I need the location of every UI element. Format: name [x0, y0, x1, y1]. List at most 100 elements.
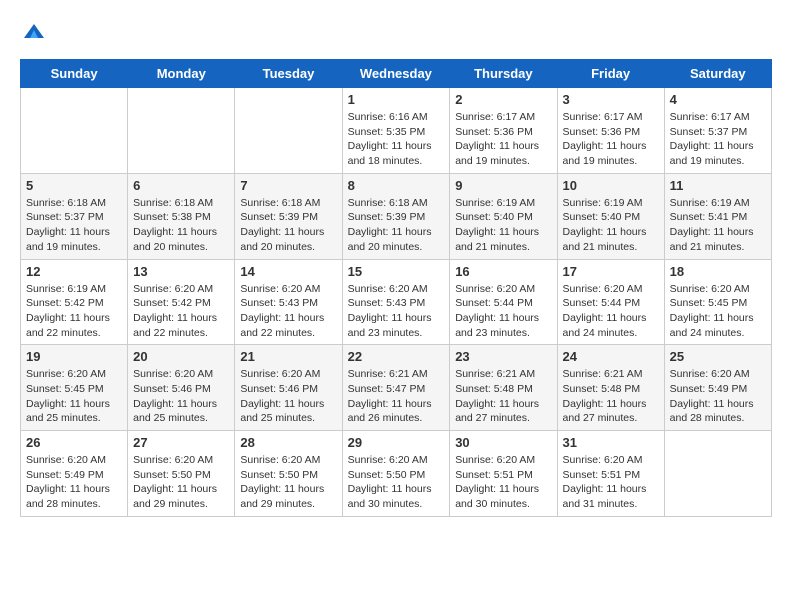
- calendar-cell: 26Sunrise: 6:20 AMSunset: 5:49 PMDayligh…: [21, 431, 128, 517]
- day-number: 6: [133, 178, 229, 193]
- day-number: 11: [670, 178, 766, 193]
- weekday-header-thursday: Thursday: [450, 60, 557, 88]
- day-info: Sunrise: 6:21 AMSunset: 5:48 PMDaylight:…: [455, 367, 551, 426]
- day-number: 16: [455, 264, 551, 279]
- calendar-cell: 3 Sunrise: 6:17 AMSunset: 5:36 PMDaylight…: [557, 88, 664, 174]
- header: [20, 20, 772, 49]
- day-number: 23: [455, 349, 551, 364]
- logo-icon: [22, 20, 46, 44]
- calendar-cell: 9Sunrise: 6:19 AMSunset: 5:40 PMDaylight…: [450, 173, 557, 259]
- day-info: Sunrise: 6:17 AMSunset: 5:36 PMDaylight:…: [455, 110, 551, 169]
- day-number: 14: [240, 264, 336, 279]
- day-number: 28: [240, 435, 336, 450]
- week-row-2: 5Sunrise: 6:18 AMSunset: 5:37 PMDaylight…: [21, 173, 772, 259]
- day-info: Sunrise: 6:17 AMSunset: 5:37 PMDaylight:…: [670, 110, 766, 169]
- day-info: Sunrise: 6:20 AMSunset: 5:50 PMDaylight:…: [348, 453, 445, 512]
- day-info: Sunrise: 6:20 AMSunset: 5:44 PMDaylight:…: [563, 282, 659, 341]
- calendar-cell: 4 Sunrise: 6:17 AMSunset: 5:37 PMDaylight…: [664, 88, 771, 174]
- week-row-1: 1Sunrise: 6:16 AMSunset: 5:35 PMDaylight…: [21, 88, 772, 174]
- day-info: Sunrise: 6:19 AMSunset: 5:40 PMDaylight:…: [563, 196, 659, 255]
- day-info: Sunrise: 6:19 AMSunset: 5:42 PMDaylight:…: [26, 282, 122, 341]
- calendar-cell: [664, 431, 771, 517]
- calendar-cell: 23 Sunrise: 6:21 AMSunset: 5:48 PMDayligh…: [450, 345, 557, 431]
- calendar-cell: 14Sunrise: 6:20 AMSunset: 5:43 PMDayligh…: [235, 259, 342, 345]
- day-number: 7: [240, 178, 336, 193]
- calendar-cell: 1Sunrise: 6:16 AMSunset: 5:35 PMDaylight…: [342, 88, 450, 174]
- week-row-5: 26Sunrise: 6:20 AMSunset: 5:49 PMDayligh…: [21, 431, 772, 517]
- day-info: Sunrise: 6:20 AMSunset: 5:42 PMDaylight:…: [133, 282, 229, 341]
- day-info: Sunrise: 6:20 AMSunset: 5:49 PMDaylight:…: [670, 367, 766, 426]
- week-row-4: 19 Sunrise: 6:20 AMSunset: 5:45 PMDayligh…: [21, 345, 772, 431]
- day-number: 17: [563, 264, 659, 279]
- weekday-header-sunday: Sunday: [21, 60, 128, 88]
- day-number: 9: [455, 178, 551, 193]
- day-number: 27: [133, 435, 229, 450]
- day-number: 24: [563, 349, 659, 364]
- day-info: Sunrise: 6:20 AMSunset: 5:46 PMDaylight:…: [240, 367, 336, 426]
- day-number: 21: [240, 349, 336, 364]
- calendar-cell: 11Sunrise: 6:19 AMSunset: 5:41 PMDayligh…: [664, 173, 771, 259]
- calendar-cell: 30 Sunrise: 6:20 AMSunset: 5:51 PMDayligh…: [450, 431, 557, 517]
- calendar-cell: 18Sunrise: 6:20 AMSunset: 5:45 PMDayligh…: [664, 259, 771, 345]
- day-number: 4: [670, 92, 766, 107]
- weekday-header-tuesday: Tuesday: [235, 60, 342, 88]
- calendar-cell: 17 Sunrise: 6:20 AMSunset: 5:44 PMDayligh…: [557, 259, 664, 345]
- day-number: 13: [133, 264, 229, 279]
- day-info: Sunrise: 6:21 AMSunset: 5:47 PMDaylight:…: [348, 367, 445, 426]
- day-info: Sunrise: 6:17 AMSunset: 5:36 PMDaylight:…: [563, 110, 659, 169]
- day-info: Sunrise: 6:20 AMSunset: 5:49 PMDaylight:…: [26, 453, 122, 512]
- weekday-header-row: SundayMondayTuesdayWednesdayThursdayFrid…: [21, 60, 772, 88]
- day-number: 8: [348, 178, 445, 193]
- day-info: Sunrise: 6:16 AMSunset: 5:35 PMDaylight:…: [348, 110, 445, 169]
- calendar-cell: 13 Sunrise: 6:20 AMSunset: 5:42 PMDayligh…: [128, 259, 235, 345]
- calendar-cell: 27Sunrise: 6:20 AMSunset: 5:50 PMDayligh…: [128, 431, 235, 517]
- calendar-cell: 7 Sunrise: 6:18 AMSunset: 5:39 PMDaylight…: [235, 173, 342, 259]
- day-info: Sunrise: 6:20 AMSunset: 5:51 PMDaylight:…: [455, 453, 551, 512]
- day-number: 3: [563, 92, 659, 107]
- day-number: 15: [348, 264, 445, 279]
- day-info: Sunrise: 6:20 AMSunset: 5:43 PMDaylight:…: [348, 282, 445, 341]
- day-number: 30: [455, 435, 551, 450]
- calendar-table: SundayMondayTuesdayWednesdayThursdayFrid…: [20, 59, 772, 517]
- calendar-cell: [21, 88, 128, 174]
- weekday-header-friday: Friday: [557, 60, 664, 88]
- day-number: 10: [563, 178, 659, 193]
- day-info: Sunrise: 6:20 AMSunset: 5:45 PMDaylight:…: [26, 367, 122, 426]
- calendar-cell: 25 Sunrise: 6:20 AMSunset: 5:49 PMDayligh…: [664, 345, 771, 431]
- day-number: 18: [670, 264, 766, 279]
- calendar-cell: [235, 88, 342, 174]
- day-info: Sunrise: 6:18 AMSunset: 5:39 PMDaylight:…: [348, 196, 445, 255]
- calendar-cell: 6 Sunrise: 6:18 AMSunset: 5:38 PMDaylight…: [128, 173, 235, 259]
- day-number: 29: [348, 435, 445, 450]
- calendar-cell: 21 Sunrise: 6:20 AMSunset: 5:46 PMDayligh…: [235, 345, 342, 431]
- day-number: 12: [26, 264, 122, 279]
- day-info: Sunrise: 6:20 AMSunset: 5:46 PMDaylight:…: [133, 367, 229, 426]
- calendar-cell: 16Sunrise: 6:20 AMSunset: 5:44 PMDayligh…: [450, 259, 557, 345]
- weekday-header-wednesday: Wednesday: [342, 60, 450, 88]
- day-number: 31: [563, 435, 659, 450]
- day-info: Sunrise: 6:18 AMSunset: 5:37 PMDaylight:…: [26, 196, 122, 255]
- day-number: 19: [26, 349, 122, 364]
- calendar-cell: [128, 88, 235, 174]
- calendar-cell: 31 Sunrise: 6:20 AMSunset: 5:51 PMDayligh…: [557, 431, 664, 517]
- calendar-cell: 28Sunrise: 6:20 AMSunset: 5:50 PMDayligh…: [235, 431, 342, 517]
- weekday-header-saturday: Saturday: [664, 60, 771, 88]
- day-number: 20: [133, 349, 229, 364]
- weekday-header-monday: Monday: [128, 60, 235, 88]
- day-info: Sunrise: 6:20 AMSunset: 5:51 PMDaylight:…: [563, 453, 659, 512]
- calendar-cell: 5Sunrise: 6:18 AMSunset: 5:37 PMDaylight…: [21, 173, 128, 259]
- day-info: Sunrise: 6:18 AMSunset: 5:39 PMDaylight:…: [240, 196, 336, 255]
- logo: [20, 20, 46, 49]
- calendar-cell: 20 Sunrise: 6:20 AMSunset: 5:46 PMDayligh…: [128, 345, 235, 431]
- day-info: Sunrise: 6:18 AMSunset: 5:38 PMDaylight:…: [133, 196, 229, 255]
- calendar-cell: 12 Sunrise: 6:19 AMSunset: 5:42 PMDayligh…: [21, 259, 128, 345]
- calendar-cell: 10 Sunrise: 6:19 AMSunset: 5:40 PMDayligh…: [557, 173, 664, 259]
- calendar-cell: 29 Sunrise: 6:20 AMSunset: 5:50 PMDayligh…: [342, 431, 450, 517]
- day-info: Sunrise: 6:21 AMSunset: 5:48 PMDaylight:…: [563, 367, 659, 426]
- logo-text: [20, 20, 46, 49]
- day-number: 2: [455, 92, 551, 107]
- day-number: 22: [348, 349, 445, 364]
- week-row-3: 12 Sunrise: 6:19 AMSunset: 5:42 PMDayligh…: [21, 259, 772, 345]
- day-number: 25: [670, 349, 766, 364]
- calendar-cell: 15 Sunrise: 6:20 AMSunset: 5:43 PMDayligh…: [342, 259, 450, 345]
